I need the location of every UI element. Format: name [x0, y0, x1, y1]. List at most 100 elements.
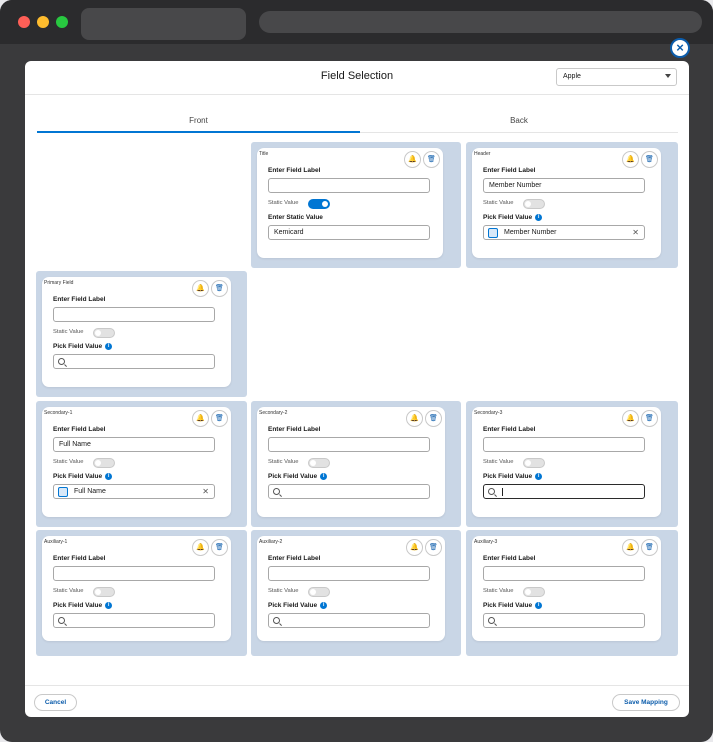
trash-icon[interactable]: 🗑: [641, 410, 658, 427]
bell-icon[interactable]: 🔔: [406, 539, 423, 556]
bell-icon[interactable]: 🔔: [622, 410, 639, 427]
static-value-toggle[interactable]: [308, 199, 330, 209]
info-icon: i: [320, 602, 328, 609]
bell-icon[interactable]: 🔔: [622, 151, 639, 168]
cancel-button[interactable]: Cancel: [34, 694, 77, 711]
title-card: Title 🔔 🗑 Enter Field Label Static Value…: [257, 148, 443, 258]
static-value-row: Static Value: [268, 458, 330, 468]
zoom-window-button[interactable]: [56, 16, 68, 28]
field-label-input[interactable]: Full Name: [53, 437, 215, 452]
pick-field-value-text: Pick Field Value: [53, 602, 103, 610]
pick-field-search[interactable]: [268, 613, 430, 628]
field-label-input[interactable]: [53, 566, 215, 581]
info-icon: i: [320, 473, 328, 480]
static-value-row: Static Value: [268, 587, 330, 597]
browser-tab[interactable]: [81, 8, 246, 40]
clear-icon[interactable]: ✕: [202, 487, 209, 496]
info-icon: i: [105, 473, 113, 480]
pick-field-search[interactable]: [53, 613, 215, 628]
field-label-input[interactable]: [268, 566, 430, 581]
pick-field-value-text: Pick Field Value: [268, 473, 318, 481]
static-value-row: Static Value: [268, 199, 330, 209]
secondary-1-cell: Secondary-1 🔔 🗑 Enter Field Label Full N…: [36, 401, 247, 527]
trash-icon[interactable]: 🗑: [211, 280, 228, 297]
bell-icon[interactable]: 🔔: [192, 280, 209, 297]
auxiliary-2-card: Auxiliary-2 🔔 🗑 Enter Field Label Static…: [257, 536, 445, 641]
address-bar[interactable]: [259, 11, 702, 33]
save-mapping-button[interactable]: Save Mapping: [612, 694, 680, 711]
enter-static-value-label: Enter Static Value: [268, 214, 323, 221]
trash-icon[interactable]: 🗑: [425, 539, 442, 556]
close-icon[interactable]: ×: [670, 38, 690, 58]
field-label-input[interactable]: [483, 437, 645, 452]
static-value-toggle[interactable]: [93, 328, 115, 338]
bell-icon[interactable]: 🔔: [406, 410, 423, 427]
static-value-toggle[interactable]: [523, 199, 545, 209]
pick-field-value-text: Pick Field Value: [483, 602, 533, 610]
field-label-input[interactable]: Member Number: [483, 178, 645, 193]
field-label-input[interactable]: [53, 307, 215, 322]
field-label-input[interactable]: [268, 178, 430, 193]
trash-icon[interactable]: 🗑: [641, 539, 658, 556]
bell-icon[interactable]: 🔔: [192, 539, 209, 556]
search-icon: [58, 358, 65, 365]
trash-icon[interactable]: 🗑: [211, 539, 228, 556]
pick-field-value-text: Pick Field Value: [53, 343, 103, 351]
side-tabs: Front Back: [37, 113, 678, 133]
static-value-toggle[interactable]: [93, 587, 115, 597]
pick-field-search[interactable]: [483, 613, 645, 628]
card-title: Auxiliary-3: [474, 539, 498, 545]
field-label-input[interactable]: [268, 437, 430, 452]
static-value-row: Static Value: [53, 587, 115, 597]
card-title: Header: [474, 151, 491, 157]
pick-field-search[interactable]: [483, 484, 645, 499]
modal-header: Field Selection Apple: [25, 61, 689, 95]
static-value-toggle[interactable]: [523, 458, 545, 468]
secondary-2-cell: Secondary-2 🔔 🗑 Enter Field Label Static…: [251, 401, 461, 527]
bell-icon[interactable]: 🔔: [404, 151, 421, 168]
static-value-toggle[interactable]: [93, 458, 115, 468]
org-select-value: Apple: [563, 73, 581, 80]
enter-field-label: Enter Field Label: [53, 296, 106, 303]
pick-field-value-label: Pick Field Value i: [268, 602, 328, 609]
pick-field-value-label: Pick Field Value i: [483, 214, 543, 221]
clear-icon[interactable]: ✕: [632, 228, 639, 237]
static-value-toggle[interactable]: [523, 587, 545, 597]
minimize-window-button[interactable]: [37, 16, 49, 28]
static-value-label: Static Value: [483, 459, 514, 465]
tab-front[interactable]: Front: [37, 113, 360, 133]
trash-icon[interactable]: 🗑: [425, 410, 442, 427]
pick-field-search[interactable]: [53, 354, 215, 369]
secondary-3-card: Secondary-3 🔔 🗑 Enter Field Label Static…: [472, 407, 661, 517]
static-value-toggle[interactable]: [308, 587, 330, 597]
pick-field-combobox[interactable]: Full Name ✕: [53, 484, 215, 499]
field-type-icon: [58, 487, 68, 497]
static-value-row: Static Value: [53, 328, 115, 338]
pick-field-combobox[interactable]: Member Number ✕: [483, 225, 645, 240]
static-value-label: Static Value: [53, 329, 84, 335]
static-value-label: Static Value: [268, 200, 299, 206]
card-title: Secondary-2: [259, 410, 288, 416]
field-selection-modal: Field Selection Apple Front Back Title 🔔…: [25, 61, 689, 717]
static-value-toggle[interactable]: [308, 458, 330, 468]
bell-icon[interactable]: 🔔: [192, 410, 209, 427]
bell-icon[interactable]: 🔔: [622, 539, 639, 556]
org-select[interactable]: Apple: [556, 68, 677, 86]
trash-icon[interactable]: 🗑: [211, 410, 228, 427]
pick-field-value-text: Pick Field Value: [53, 473, 103, 481]
field-label-input[interactable]: [483, 566, 645, 581]
trash-icon[interactable]: 🗑: [423, 151, 440, 168]
static-value-input[interactable]: Kemicard: [268, 225, 430, 240]
enter-field-label: Enter Field Label: [483, 167, 536, 174]
header-card: Header 🔔 🗑 Enter Field Label Member Numb…: [472, 148, 661, 258]
tab-back[interactable]: Back: [360, 113, 678, 133]
text-cursor: [502, 488, 503, 496]
pick-field-search[interactable]: [268, 484, 430, 499]
close-window-button[interactable]: [18, 16, 30, 28]
trash-icon[interactable]: 🗑: [641, 151, 658, 168]
card-title: Auxiliary-1: [44, 539, 68, 545]
card-title: Title: [259, 151, 269, 157]
card-title: Primary Field: [44, 280, 74, 286]
static-value-row: Static Value: [483, 587, 545, 597]
secondary-2-card: Secondary-2 🔔 🗑 Enter Field Label Static…: [257, 407, 445, 517]
